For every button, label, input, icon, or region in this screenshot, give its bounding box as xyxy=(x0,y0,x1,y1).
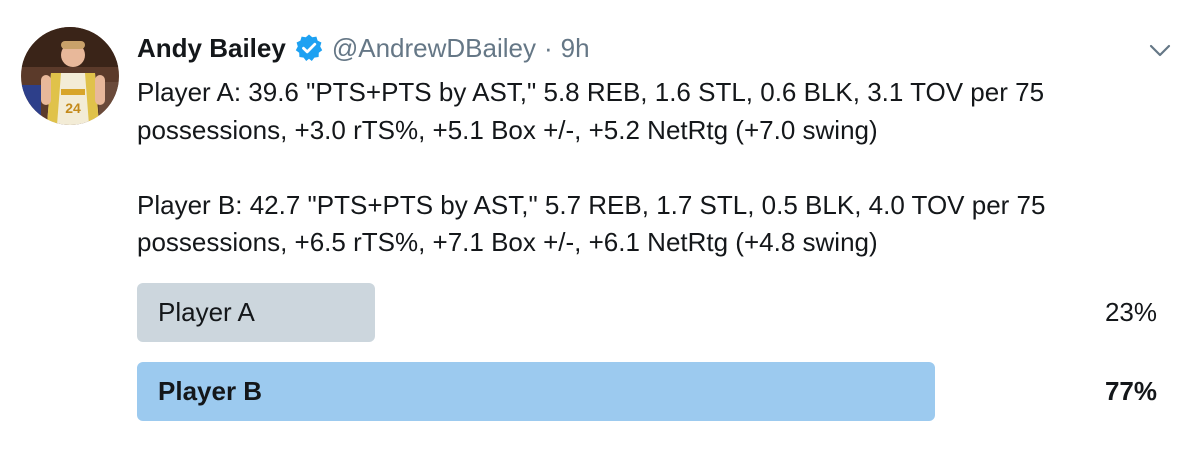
avatar[interactable]: 24 xyxy=(21,27,119,125)
poll-option-player-a[interactable]: Player A 23% xyxy=(137,283,1157,342)
tweet-paragraph-player-a: Player A: 39.6 "PTS+PTS by AST," 5.8 REB… xyxy=(137,77,1045,145)
tweet-header: Andy Bailey @AndrewDBailey · 9h xyxy=(137,31,590,65)
svg-text:24: 24 xyxy=(65,100,81,116)
display-name[interactable]: Andy Bailey xyxy=(137,33,286,64)
poll-option-player-b[interactable]: Player B 77% xyxy=(137,362,1157,421)
timestamp[interactable]: 9h xyxy=(561,33,590,64)
poll: Player A 23% Player B 77% xyxy=(137,283,1157,441)
tweet-paragraph-player-b: Player B: 42.7 "PTS+PTS by AST," 5.7 REB… xyxy=(137,189,1046,258)
chevron-down-icon[interactable] xyxy=(1147,37,1173,63)
poll-option-percent: 23% xyxy=(1104,297,1157,327)
poll-option-percent: 77% xyxy=(1104,376,1157,406)
poll-option-label: Player A xyxy=(158,297,255,327)
poll-option-label: Player B xyxy=(158,376,263,406)
separator-dot: · xyxy=(543,32,553,63)
verified-badge-icon xyxy=(294,33,324,63)
user-handle[interactable]: @AndrewDBailey xyxy=(332,33,536,64)
tweet-text: Player A: 39.6 "PTS+PTS by AST," 5.8 REB… xyxy=(137,74,1182,262)
avatar-image: 24 xyxy=(21,27,119,125)
